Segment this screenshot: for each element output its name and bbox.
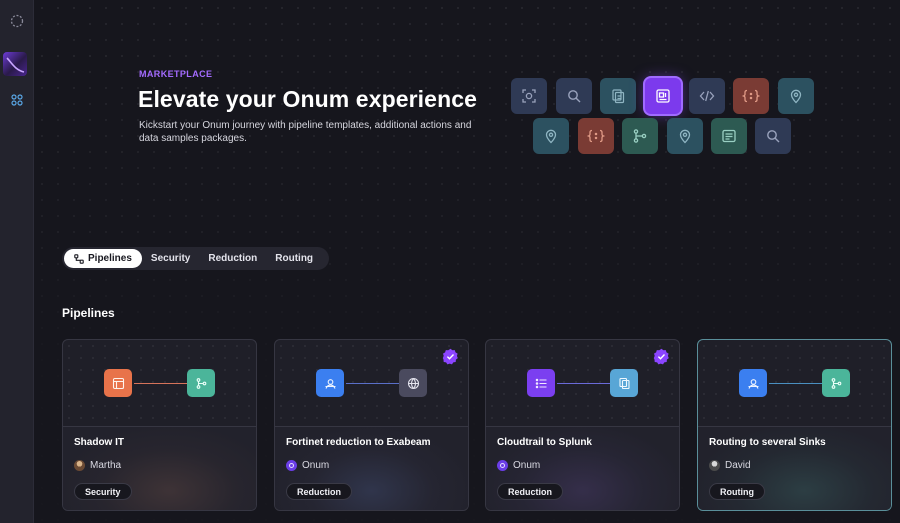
- category-tabs: Pipelines Security Reduction Routing: [62, 247, 329, 270]
- card-diagram: [698, 340, 891, 426]
- section-title: Pipelines: [62, 306, 115, 320]
- documents-icon: [600, 78, 636, 114]
- category-tag[interactable]: Reduction: [286, 483, 352, 500]
- list-card-icon: [711, 118, 747, 154]
- main-content: MARKETPLACE Elevate your Onum experience…: [34, 0, 900, 523]
- author-name: Onum: [302, 460, 330, 471]
- tag-label: Routing: [720, 486, 754, 497]
- tab-security[interactable]: Security: [142, 249, 199, 268]
- node-connector: [134, 383, 187, 384]
- card-author: Onum: [497, 460, 540, 471]
- node-connector: [557, 383, 610, 384]
- pipeline-icon: [74, 253, 84, 264]
- pipeline-card-cloudtrail-splunk[interactable]: Cloudtrail to Splunk Onum Reduction: [485, 339, 680, 511]
- onum-logo-icon: [497, 460, 508, 471]
- tab-routing[interactable]: Routing: [266, 249, 322, 268]
- avatar: [74, 460, 85, 471]
- source-node-icon: [104, 369, 132, 397]
- branch-icon: [622, 118, 658, 154]
- tab-reduction[interactable]: Reduction: [199, 249, 266, 268]
- loading-spinner-icon[interactable]: [4, 8, 30, 34]
- card-diagram: [63, 340, 256, 426]
- page-title: Elevate your Onum experience: [138, 86, 477, 112]
- author-name: Martha: [90, 460, 122, 471]
- tab-label: Pipelines: [88, 253, 132, 264]
- tag-label: Reduction: [297, 486, 341, 497]
- data-widget-icon: [645, 78, 681, 114]
- pipeline-card-shadow-it[interactable]: Shadow IT Martha Security: [62, 339, 257, 511]
- code-icon: [689, 78, 725, 114]
- card-author: Onum: [286, 460, 329, 471]
- pipeline-card-fortinet-exabeam[interactable]: Fortinet reduction to Exabeam Onum Reduc…: [274, 339, 469, 511]
- verified-badge-icon: [442, 348, 459, 365]
- category-tag[interactable]: Routing: [709, 483, 765, 500]
- listener-node-icon: [739, 369, 767, 397]
- tag-label: Reduction: [508, 486, 552, 497]
- pipeline-card-routing-sinks[interactable]: Routing to several Sinks David Routing: [697, 339, 892, 511]
- card-title: Cloudtrail to Splunk: [497, 437, 592, 448]
- json-braces-icon: [578, 118, 614, 154]
- marketplace-eyebrow: MARKETPLACE: [139, 69, 213, 79]
- card-diagram: [275, 340, 468, 426]
- search-icon: [755, 118, 791, 154]
- location-pin-icon: [778, 78, 814, 114]
- page-description: Kickstart your Onum journey with pipelin…: [139, 120, 472, 144]
- card-author: Martha: [74, 460, 121, 471]
- onum-logo-icon: [286, 460, 297, 471]
- tab-pipelines[interactable]: Pipelines: [64, 249, 142, 268]
- category-tag[interactable]: Reduction: [497, 483, 563, 500]
- author-name: Onum: [513, 460, 541, 471]
- globe-node-icon: [399, 369, 427, 397]
- listener-node-icon: [316, 369, 344, 397]
- marketplace-app: MARKETPLACE Elevate your Onum experience…: [0, 0, 900, 523]
- search-icon: [556, 78, 592, 114]
- card-title: Routing to several Sinks: [709, 437, 826, 448]
- card-diagram: [486, 340, 679, 426]
- node-connector: [346, 383, 399, 384]
- verified-badge-icon: [653, 348, 670, 365]
- tag-label: Security: [85, 486, 121, 497]
- tab-label: Security: [150, 253, 191, 264]
- branch-node-icon: [187, 369, 215, 397]
- category-tag[interactable]: Security: [74, 483, 132, 500]
- sidebar: [0, 0, 34, 523]
- card-title: Fortinet reduction to Exabeam: [286, 437, 431, 448]
- location-pin-icon: [667, 118, 703, 154]
- tab-label: Reduction: [208, 253, 258, 264]
- tab-label: Routing: [275, 253, 314, 264]
- documents-node-icon: [610, 369, 638, 397]
- location-pin-icon: [533, 118, 569, 154]
- workspace-logo-icon[interactable]: [3, 52, 27, 76]
- json-braces-icon: [733, 78, 769, 114]
- marketplace-nav-icon[interactable]: [4, 87, 30, 113]
- avatar: [709, 460, 720, 471]
- camera-scan-icon: [511, 78, 547, 114]
- node-connector: [769, 383, 822, 384]
- branch-node-icon: [822, 369, 850, 397]
- card-author: David: [709, 460, 751, 471]
- card-title: Shadow IT: [74, 437, 124, 448]
- list-node-icon: [527, 369, 555, 397]
- author-name: David: [725, 460, 751, 471]
